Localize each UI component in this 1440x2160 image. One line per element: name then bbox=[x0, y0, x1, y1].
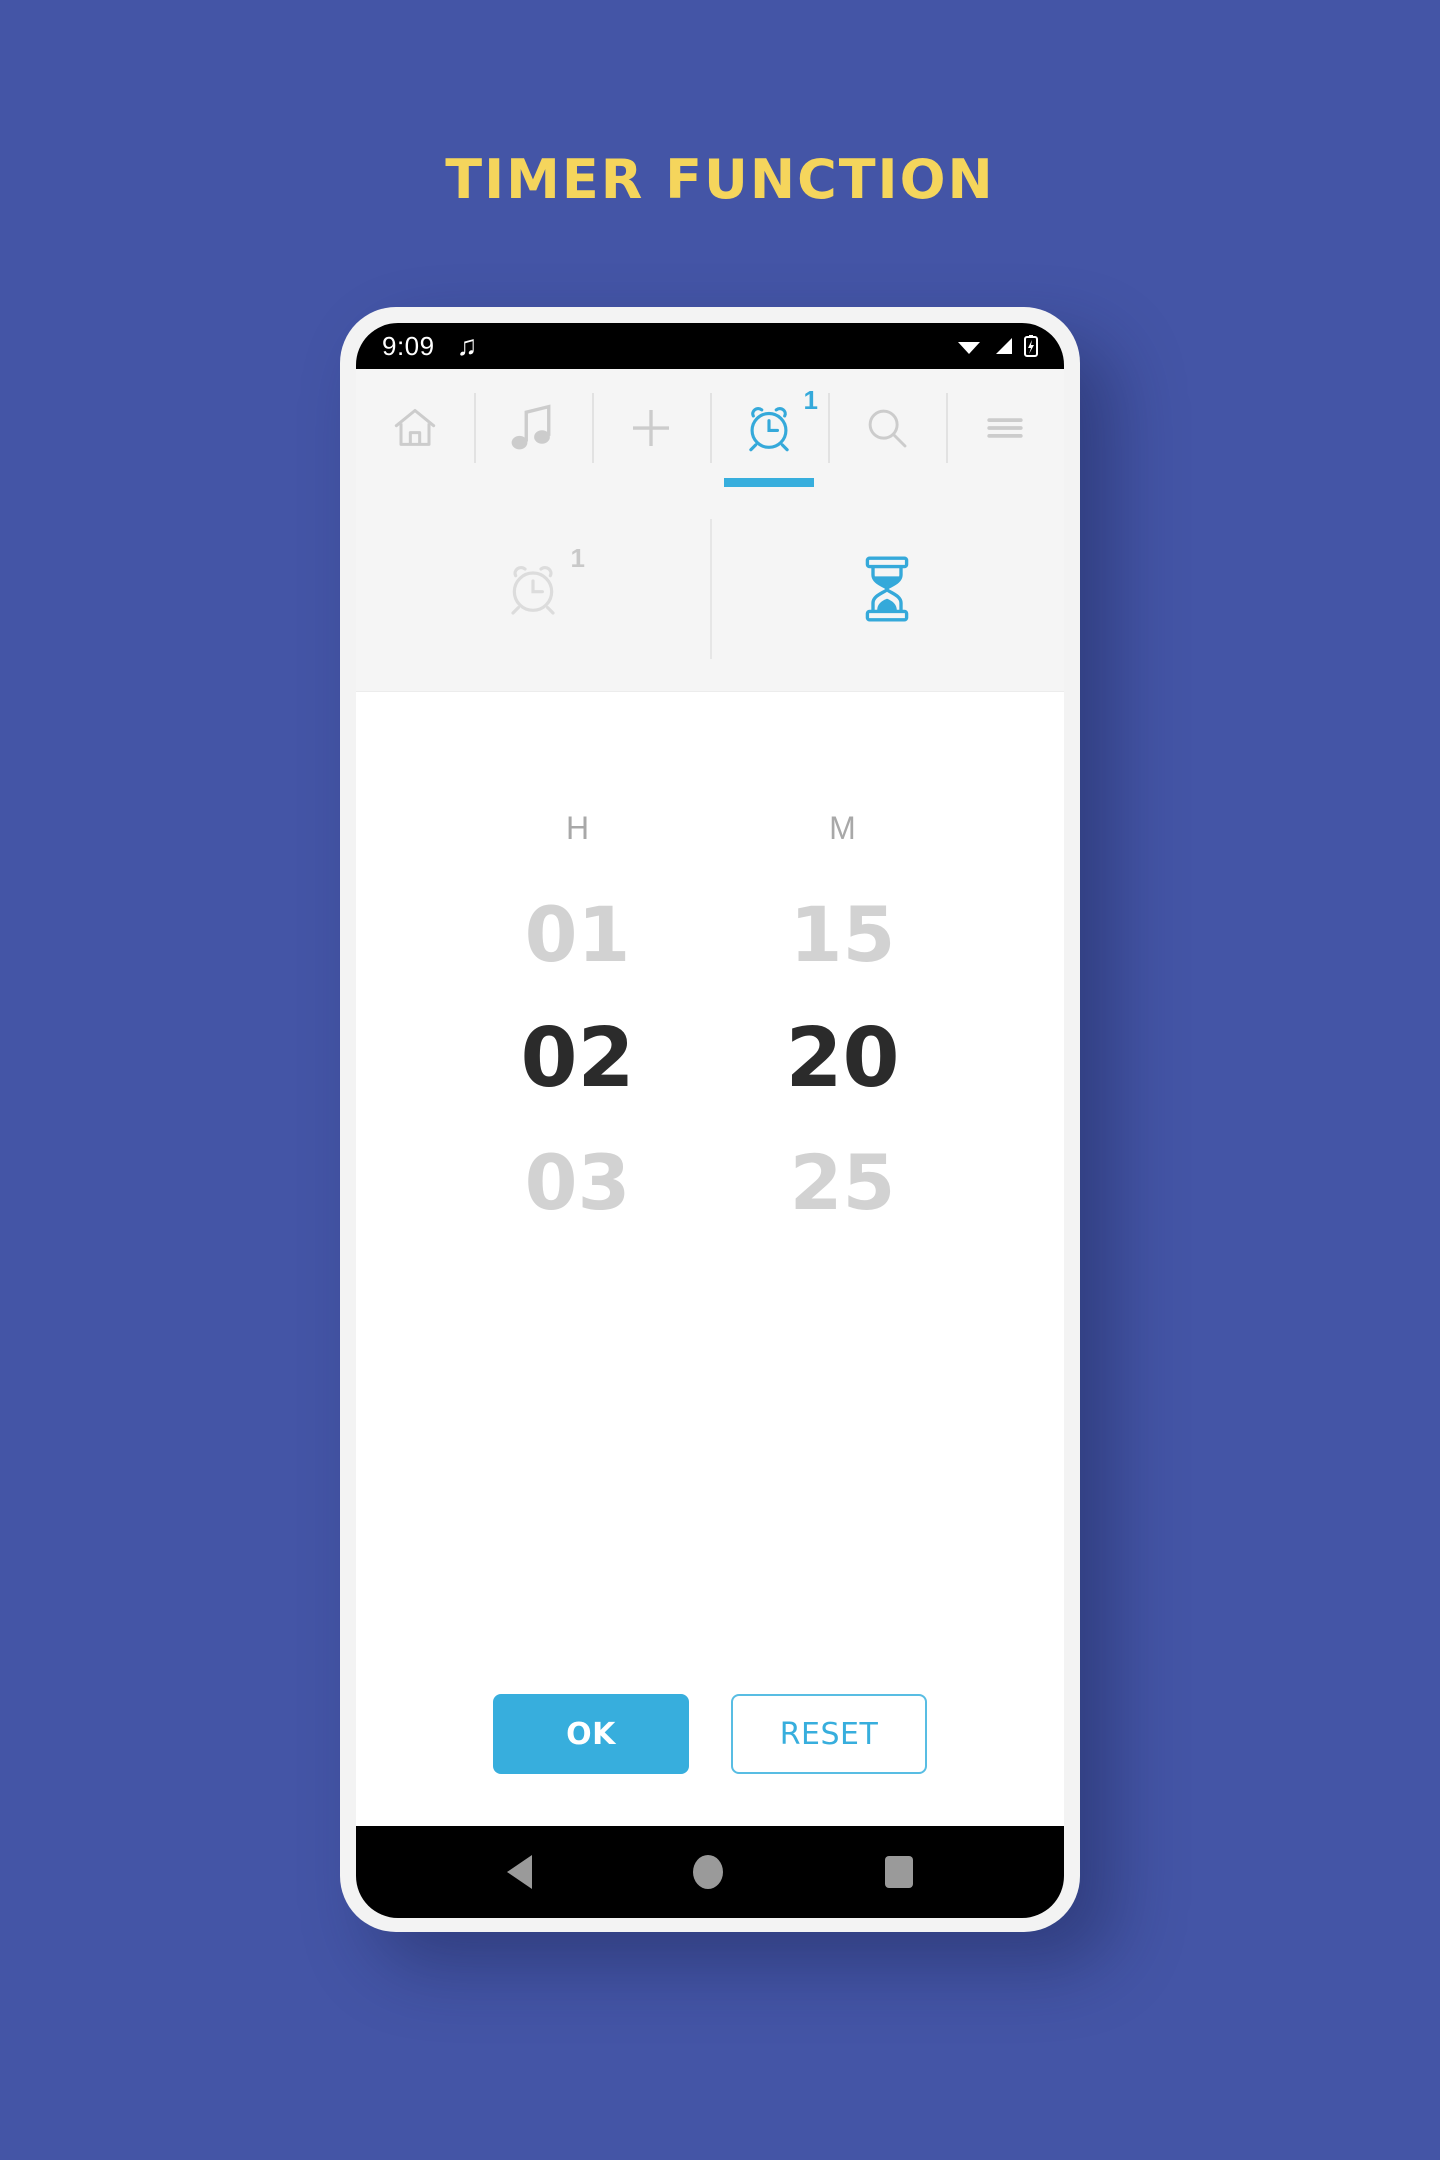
picker-label-hours: H bbox=[565, 810, 590, 846]
hamburger-menu-icon bbox=[978, 401, 1032, 455]
ok-button[interactable]: OK bbox=[493, 1694, 689, 1774]
music-note-icon: ♫ bbox=[456, 330, 478, 361]
status-bar: 9:09 ♫ bbox=[356, 323, 1064, 369]
signal-icon bbox=[996, 338, 1012, 354]
alarm-badge-count: 1 bbox=[803, 385, 818, 415]
picker-column-hours[interactable]: H 01 02 03 bbox=[475, 810, 680, 1245]
search-icon bbox=[860, 401, 914, 455]
status-time: 9:09 bbox=[382, 330, 435, 361]
sub-tab-bar: 1 bbox=[356, 487, 1064, 692]
wifi-icon bbox=[958, 342, 980, 354]
timer-picker-area: H 01 02 03 M 15 20 25 OK RESET bbox=[356, 692, 1064, 1826]
nav-item-music[interactable] bbox=[474, 369, 592, 487]
action-buttons: OK RESET bbox=[356, 1694, 1064, 1774]
battery-icon bbox=[1024, 335, 1038, 357]
reset-button[interactable]: RESET bbox=[731, 1694, 927, 1774]
time-picker: H 01 02 03 M 15 20 25 bbox=[356, 810, 1064, 1245]
alarm-tab-badge-count: 1 bbox=[570, 543, 585, 573]
android-navigation-bar bbox=[356, 1826, 1064, 1918]
nav-item-menu[interactable] bbox=[946, 369, 1064, 487]
nav-item-add[interactable] bbox=[592, 369, 710, 487]
nav-item-alarm[interactable]: 1 bbox=[710, 369, 828, 487]
picker-column-minutes[interactable]: M 15 20 25 bbox=[740, 810, 945, 1245]
plus-icon bbox=[624, 401, 678, 455]
picker-option-hour-selected[interactable]: 02 bbox=[475, 997, 680, 1121]
home-icon bbox=[387, 400, 443, 456]
top-navigation-bar: 1 bbox=[356, 369, 1064, 487]
picker-label-minutes: M bbox=[829, 810, 856, 846]
picker-option-hour-next[interactable]: 03 bbox=[475, 1121, 680, 1245]
alarm-clock-icon: 1 bbox=[501, 543, 585, 621]
nav-item-home[interactable] bbox=[356, 369, 474, 487]
home-circle-icon[interactable] bbox=[693, 1855, 724, 1889]
status-icons bbox=[956, 335, 1038, 357]
recents-square-icon[interactable] bbox=[885, 1856, 914, 1888]
picker-option-minute-prev[interactable]: 15 bbox=[740, 873, 945, 997]
phone-screen: 9:09 ♫ 1 1 H 01 02 03 M 15 20 25 OK RESE… bbox=[356, 323, 1064, 1918]
hourglass-icon bbox=[856, 554, 918, 624]
tab-timer[interactable] bbox=[710, 487, 1064, 691]
back-triangle-icon[interactable] bbox=[506, 1855, 532, 1889]
music-note-icon bbox=[508, 401, 558, 455]
picker-option-minute-selected[interactable]: 20 bbox=[740, 997, 945, 1121]
picker-option-hour-prev[interactable]: 01 bbox=[475, 873, 680, 997]
page-title: TIMER FUNCTION bbox=[445, 148, 995, 211]
picker-option-minute-next[interactable]: 25 bbox=[740, 1121, 945, 1245]
phone-frame: 9:09 ♫ 1 1 H 01 02 03 M 15 20 25 OK RESE… bbox=[340, 307, 1080, 1932]
alarm-clock-icon: 1 bbox=[740, 385, 818, 457]
tab-alarm[interactable]: 1 bbox=[356, 487, 710, 691]
nav-item-search[interactable] bbox=[828, 369, 946, 487]
